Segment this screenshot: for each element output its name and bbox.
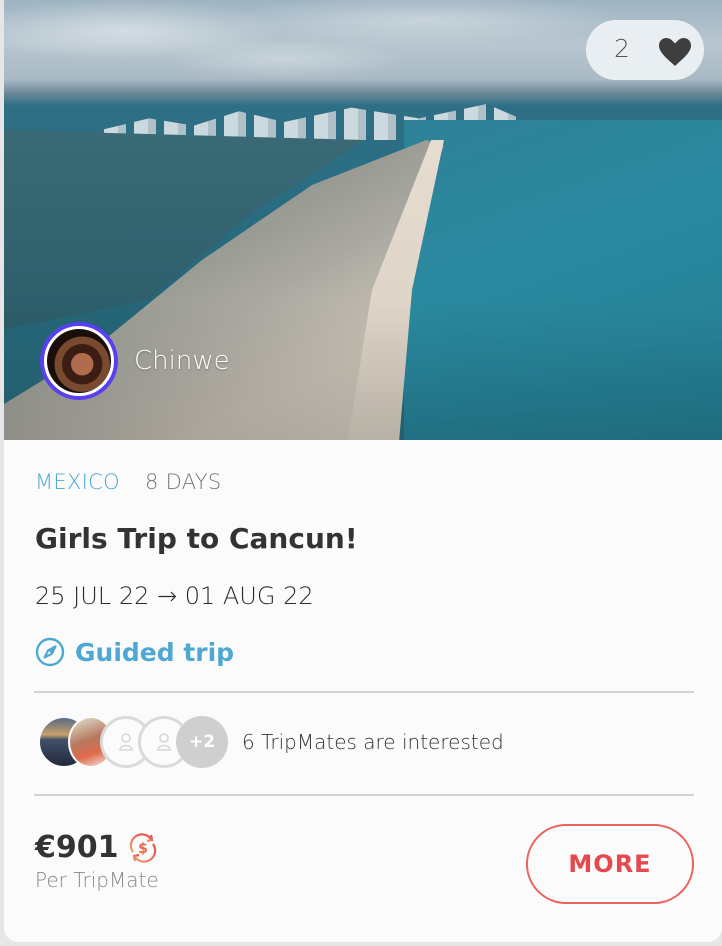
- user-icon: [119, 733, 133, 751]
- host-avatar[interactable]: [40, 322, 118, 400]
- trip-title[interactable]: Girls Trip to Cancun!: [35, 522, 358, 555]
- tripmates-summary: 6 TripMates are interested: [242, 730, 504, 754]
- compass-icon: [35, 637, 65, 667]
- host-photo: [47, 329, 111, 393]
- currency-exchange-icon[interactable]: $: [127, 832, 159, 864]
- more-button[interactable]: MORE: [526, 824, 694, 904]
- tripmates-extra-count[interactable]: +2: [176, 716, 228, 768]
- svg-text:$: $: [138, 841, 148, 857]
- divider: [34, 691, 694, 693]
- divider: [34, 794, 694, 796]
- host-name[interactable]: Chinwe: [134, 346, 230, 376]
- trip-country: MEXICO: [35, 470, 120, 494]
- trip-type-label: Guided trip: [75, 637, 235, 667]
- trip-card[interactable]: 2 Chinwe MEXICO 8 DAYS Girls Trip to Can…: [4, 0, 722, 942]
- like-count: 2: [614, 34, 630, 63]
- trip-duration: 8 DAYS: [144, 470, 222, 494]
- user-icon: [157, 733, 171, 751]
- trip-meta: MEXICO 8 DAYS: [35, 470, 221, 494]
- trip-cover-image[interactable]: 2 Chinwe: [4, 0, 722, 440]
- trip-dates: 25 JUL 22 → 01 AUG 22: [35, 582, 314, 610]
- price: €901 $: [35, 830, 159, 865]
- tripmates-row[interactable]: +2 6 TripMates are interested: [38, 716, 504, 768]
- host[interactable]: Chinwe: [40, 322, 230, 400]
- price-unit: Per TripMate: [35, 868, 159, 892]
- like-button[interactable]: 2: [586, 20, 704, 80]
- price-value: €901: [35, 830, 119, 865]
- heart-icon: [659, 38, 691, 66]
- trip-type: Guided trip: [35, 637, 234, 667]
